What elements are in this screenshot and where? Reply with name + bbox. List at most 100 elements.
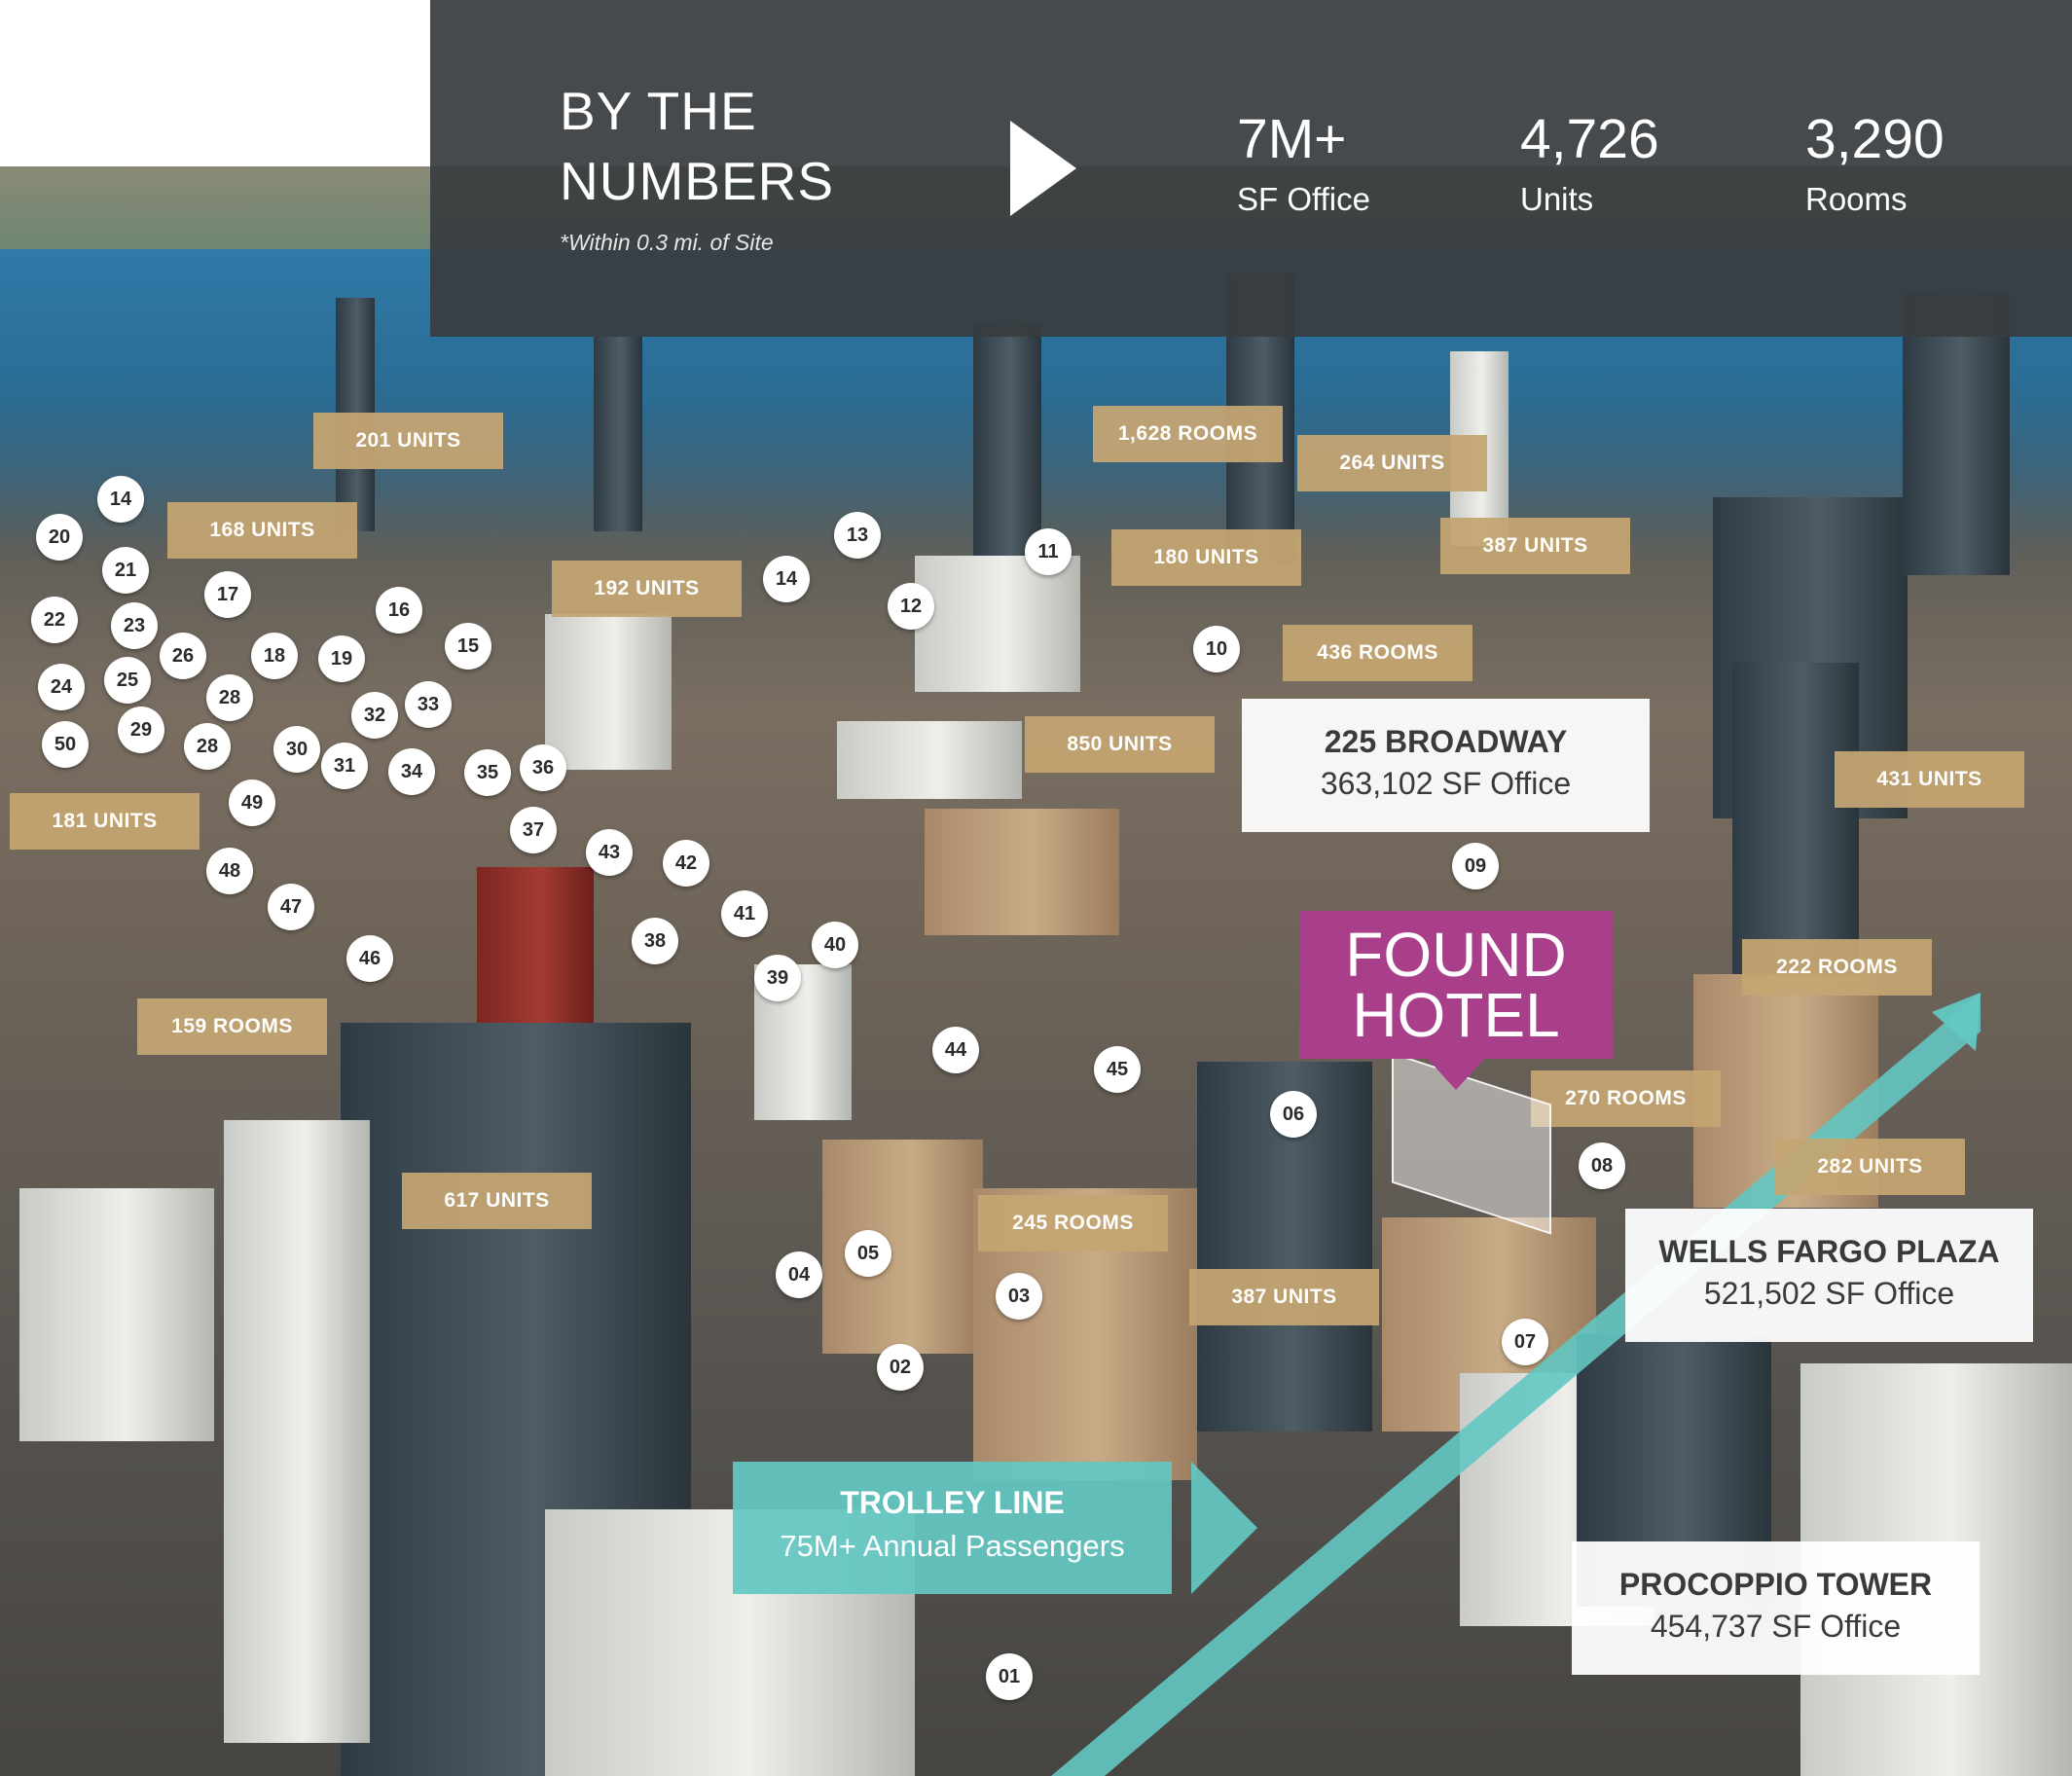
map-marker[interactable]: 28 [184,723,231,770]
tag-rooms: 436 ROOMS [1283,625,1472,681]
callout-subtitle: 363,102 SF Office [1320,766,1572,801]
map-marker[interactable]: 19 [318,635,365,682]
tag-units: 387 UNITS [1440,518,1630,574]
trolley-title: TROLLEY LINE [840,1485,1065,1520]
tag-units: 431 UNITS [1835,751,2024,808]
map-marker[interactable]: 33 [405,681,452,728]
map-marker[interactable]: 30 [273,726,320,773]
callout-subtitle: 521,502 SF Office [1703,1276,1955,1311]
map-marker[interactable]: 25 [104,657,151,704]
map-marker[interactable]: 29 [118,707,164,753]
panel-title: BY THE NUMBERS [560,76,910,216]
pin-pointer [1426,1057,1486,1090]
map-marker[interactable]: 46 [346,935,393,982]
site-name-line1: FOUND [1345,920,1567,990]
callout-wells-fargo-plaza: WELLS FARGO PLAZA 521,502 SF Office [1625,1209,2033,1342]
map-marker[interactable]: 34 [388,748,435,795]
stat-value: 3,290 [1805,108,1945,170]
map-marker[interactable]: 21 [102,547,149,594]
map-marker[interactable]: 32 [351,692,398,739]
map-marker[interactable]: 12 [888,583,934,630]
map-marker[interactable]: 07 [1502,1319,1548,1365]
map-marker[interactable]: 45 [1094,1046,1141,1093]
play-icon [1010,121,1076,216]
map-marker[interactable]: 14 [763,556,810,602]
panel-title-line1: BY THE [560,81,757,141]
stat-value: 7M+ [1237,108,1347,170]
panel-note: *Within 0.3 mi. of Site [560,230,774,255]
tag-units: 168 UNITS [167,502,357,559]
map-marker[interactable]: 11 [1025,528,1072,575]
map-marker[interactable]: 18 [251,633,298,679]
trolley-line-label: TROLLEY LINE 75M+ Annual Passengers [733,1462,1172,1594]
tag-units: 192 UNITS [552,561,742,617]
tag-units: 850 UNITS [1025,716,1215,773]
map-marker[interactable]: 16 [376,587,422,634]
map-marker[interactable]: 24 [38,664,85,710]
map-marker[interactable]: 36 [520,744,566,791]
callout-procoppio-tower: PROCOPPIO TOWER 454,737 SF Office [1572,1541,1980,1675]
trolley-arrow-icon [1191,1462,1257,1594]
map-marker[interactable]: 47 [268,884,314,930]
map-marker[interactable]: 38 [632,918,678,964]
tag-units: 180 UNITS [1111,529,1301,586]
map-marker[interactable]: 13 [834,512,881,559]
found-hotel-pin: FOUND HOTEL [1299,911,1613,1090]
map-marker[interactable]: 14 [97,476,144,523]
callout-225-broadway: 225 BROADWAY 363,102 SF Office [1242,699,1650,832]
panel-title-line2: NUMBERS [560,151,835,211]
callout-title: 225 BROADWAY [1324,724,1568,759]
trolley-subtitle: 75M+ Annual Passengers [780,1529,1125,1563]
callout-title: WELLS FARGO PLAZA [1658,1234,2000,1269]
map-marker[interactable]: 22 [31,597,78,643]
map-marker[interactable]: 03 [996,1273,1042,1320]
map-marker[interactable]: 41 [721,890,768,937]
map-marker[interactable]: 44 [932,1027,979,1073]
tag-units: 617 UNITS [402,1173,592,1229]
map-marker[interactable]: 50 [42,721,89,768]
map-marker[interactable]: 20 [36,514,83,561]
map-marker[interactable]: 40 [812,922,858,968]
callout-title: PROCOPPIO TOWER [1618,1567,1933,1602]
map-marker[interactable]: 09 [1452,843,1499,889]
stat-label: Units [1520,181,1594,217]
map-marker[interactable]: 15 [445,623,491,670]
map-marker[interactable]: 31 [321,743,368,789]
tag-rooms: 222 ROOMS [1742,939,1932,996]
stat-office: 7M+ SF Office [1237,105,1370,222]
map-marker[interactable]: 10 [1193,626,1240,672]
site-name-line2: HOTEL [1352,980,1560,1050]
tag-units: 387 UNITS [1189,1269,1379,1325]
map-marker[interactable]: 42 [663,840,709,887]
map-marker[interactable]: 23 [111,602,158,649]
map-marker[interactable]: 05 [845,1230,891,1277]
map-marker[interactable]: 06 [1270,1091,1317,1138]
map-marker[interactable]: 26 [160,633,206,679]
tag-units: 264 UNITS [1297,435,1487,491]
by-the-numbers-panel: BY THE NUMBERS *Within 0.3 mi. of Site 7… [430,0,2072,337]
tag-rooms: 245 ROOMS [978,1195,1168,1251]
map-marker[interactable]: 35 [464,749,511,796]
map-marker[interactable]: 48 [206,848,253,894]
stat-label: SF Office [1237,181,1370,217]
stat-rooms: 3,290 Rooms [1805,105,1945,222]
map-marker[interactable]: 01 [986,1653,1033,1700]
map-marker[interactable]: 02 [877,1344,924,1391]
map-marker[interactable]: 28 [206,674,253,721]
map-marker[interactable]: 04 [776,1251,822,1298]
map-marker[interactable]: 17 [204,571,251,618]
tag-rooms: 1,628 ROOMS [1093,406,1283,462]
stat-value: 4,726 [1520,108,1659,170]
tag-units: 181 UNITS [10,793,200,850]
stat-label: Rooms [1805,181,1908,217]
map-marker[interactable]: 37 [510,807,557,853]
tag-units: 282 UNITS [1775,1139,1965,1195]
map-marker[interactable]: 08 [1579,1142,1625,1189]
map-marker[interactable]: 49 [229,779,275,826]
tag-units: 201 UNITS [313,413,503,469]
callout-subtitle: 454,737 SF Office [1650,1609,1902,1644]
map-marker[interactable]: 43 [586,829,633,876]
stat-units: 4,726 Units [1520,105,1659,222]
tag-rooms: 159 ROOMS [137,998,327,1055]
map-marker[interactable]: 39 [754,955,801,1001]
